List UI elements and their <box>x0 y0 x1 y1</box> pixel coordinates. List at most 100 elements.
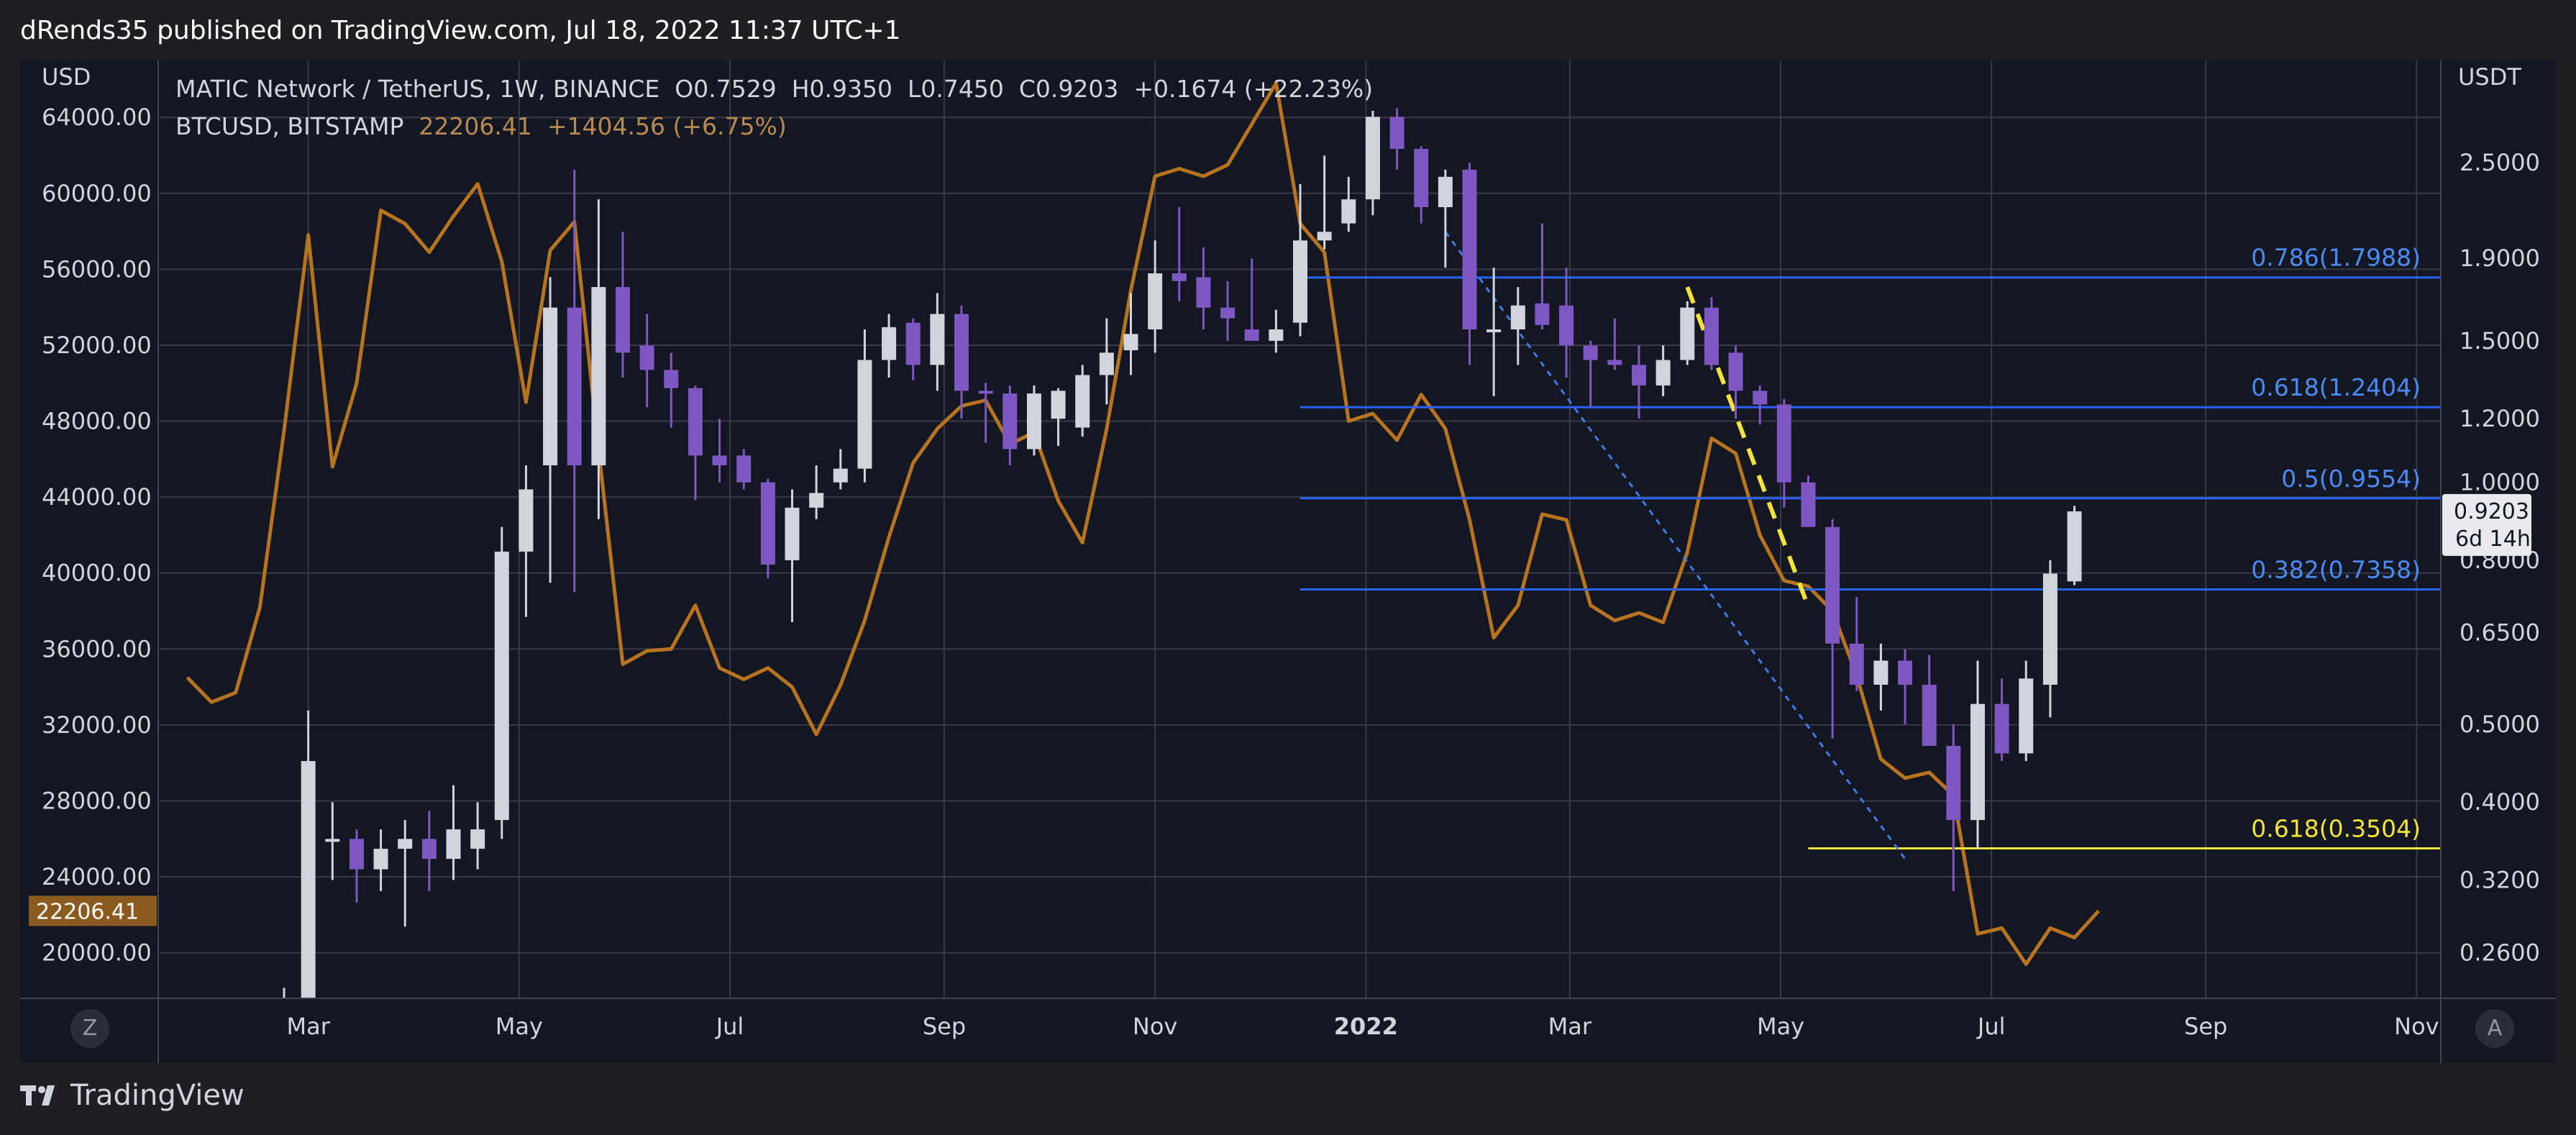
legend-main-name: MATIC Network / TetherUS, 1W, BINANCE <box>175 75 660 103</box>
candle-body <box>2042 573 2057 685</box>
candle-body <box>1946 745 1961 821</box>
legend-overlay-name: BTCUSD, BITSTAMP <box>175 112 404 140</box>
left-tick-label: 20000.00 <box>42 939 152 967</box>
legend-main: MATIC Network / TetherUS, 1W, BINANCE O0… <box>175 75 1373 103</box>
candle-body <box>1704 307 1719 365</box>
candle-body <box>930 314 945 365</box>
candle-body <box>1051 391 1066 419</box>
right-axis-unit: USDT <box>2458 63 2521 91</box>
candle-body <box>398 839 413 849</box>
right-tick-label: 0.2600 <box>2459 939 2540 966</box>
left-axis-unit: USD <box>42 63 91 91</box>
timezone-button[interactable]: Z <box>70 1009 109 1048</box>
candle-body <box>1680 307 1695 360</box>
right-tick-label: 0.3200 <box>2459 867 2540 894</box>
candle-body <box>1607 360 1622 365</box>
tradingview-brand: TradingView <box>20 1079 245 1112</box>
time-tick-label: Sep <box>2184 1013 2227 1040</box>
left-tick-label: 32000.00 <box>42 711 152 739</box>
candle-body <box>421 839 437 860</box>
legend-overlay-change: +1404.56 (+6.75%) <box>547 112 787 140</box>
candle-body <box>882 327 897 360</box>
candle-body <box>639 345 654 370</box>
right-tick-label: 1.2000 <box>2459 405 2540 432</box>
candle-body <box>954 314 969 391</box>
tradingview-logo-icon <box>20 1085 55 1106</box>
time-tick-label: May <box>1757 1013 1804 1040</box>
legend-l-label: L <box>907 75 921 103</box>
candle-body <box>1026 393 1041 450</box>
candle-body <box>1438 176 1453 208</box>
candle-body <box>494 551 509 821</box>
right-tick-label: 0.5000 <box>2459 711 2540 738</box>
left-tick-label: 40000.00 <box>42 560 152 587</box>
candle-body <box>712 455 727 465</box>
candle-body <box>2067 511 2082 582</box>
legend-overlay-value: 22206.41 <box>419 112 532 140</box>
legend-c-value: 0.9203 <box>1035 75 1119 103</box>
candle-body <box>1825 527 1840 644</box>
left-tick-label: 44000.00 <box>42 483 152 511</box>
candle-body <box>1220 307 1236 319</box>
candle-body <box>1462 169 1477 329</box>
legend-o-label: O <box>675 75 694 103</box>
candle-body <box>1341 199 1356 224</box>
candle-body <box>1002 393 1018 450</box>
candle-body <box>567 307 582 465</box>
candle <box>1680 301 1695 365</box>
candle <box>2067 506 2082 585</box>
countdown-text: 6d 14h <box>2455 527 2531 552</box>
candle-body <box>1365 117 1380 200</box>
candle-body <box>1123 334 1138 350</box>
left-tick-label: 56000.00 <box>42 255 152 283</box>
footer-bar <box>0 1063 2576 1135</box>
candle-body <box>543 307 558 465</box>
fib-level-label: 0.786(1.7988) <box>2251 244 2421 272</box>
candle-body <box>2019 678 2034 754</box>
candle-body <box>591 287 606 465</box>
candle-body <box>1849 643 1864 685</box>
candle-body <box>978 391 993 394</box>
candle-body <box>1922 684 1937 746</box>
legend-l-value: 0.7450 <box>921 75 1004 103</box>
candle-body <box>519 489 534 552</box>
chart-area[interactable]: 0.786(1.7988) 0.618(1.2404) 0.5(0.9554) 0.3… <box>20 60 2556 1063</box>
right-tick-label: 1.0000 <box>2459 469 2540 496</box>
candle-body <box>1583 345 1598 360</box>
left-tick-label: 48000.00 <box>42 408 152 435</box>
fib-level-label: 0.618(0.3504) <box>2251 814 2421 842</box>
chart-background <box>20 60 2556 1063</box>
candle-body <box>905 322 921 365</box>
candle-body <box>664 370 679 388</box>
candle-body <box>1486 329 1502 332</box>
candle-body <box>1873 660 1888 685</box>
candle-body <box>1269 329 1284 341</box>
time-tick-label: Nov <box>2394 1013 2439 1040</box>
candle-body <box>736 455 752 483</box>
candle-body <box>857 360 872 469</box>
candle-body <box>1148 273 1163 329</box>
candle-body <box>688 388 703 456</box>
candle-body <box>1753 391 1768 405</box>
candle-body <box>301 761 316 998</box>
fib-level-label: 0.618(1.2404) <box>2251 373 2421 401</box>
candle-body <box>1631 365 1646 386</box>
time-tick-label: May <box>495 1013 543 1040</box>
left-tick-label: 28000.00 <box>42 787 152 814</box>
candle-body <box>1317 232 1332 241</box>
legend-c-label: C <box>1018 75 1036 103</box>
candle-body <box>1075 375 1090 428</box>
fib-level-label: 0.382(0.7358) <box>2251 555 2421 583</box>
candle <box>760 478 775 578</box>
candle-body <box>785 507 800 560</box>
auto-scale-button[interactable]: A <box>2475 1009 2514 1048</box>
legend-o-value: 0.7529 <box>693 75 777 103</box>
candle-body <box>373 849 388 870</box>
candle-body <box>616 287 631 353</box>
time-tick-label: Mar <box>286 1013 330 1040</box>
right-tick-label: 2.5000 <box>2459 149 2540 176</box>
candle <box>494 527 509 839</box>
candle-body <box>1171 273 1187 281</box>
right-tick-label: 1.9000 <box>2459 245 2540 272</box>
matic-price-text: 0.9203 <box>2454 499 2529 524</box>
